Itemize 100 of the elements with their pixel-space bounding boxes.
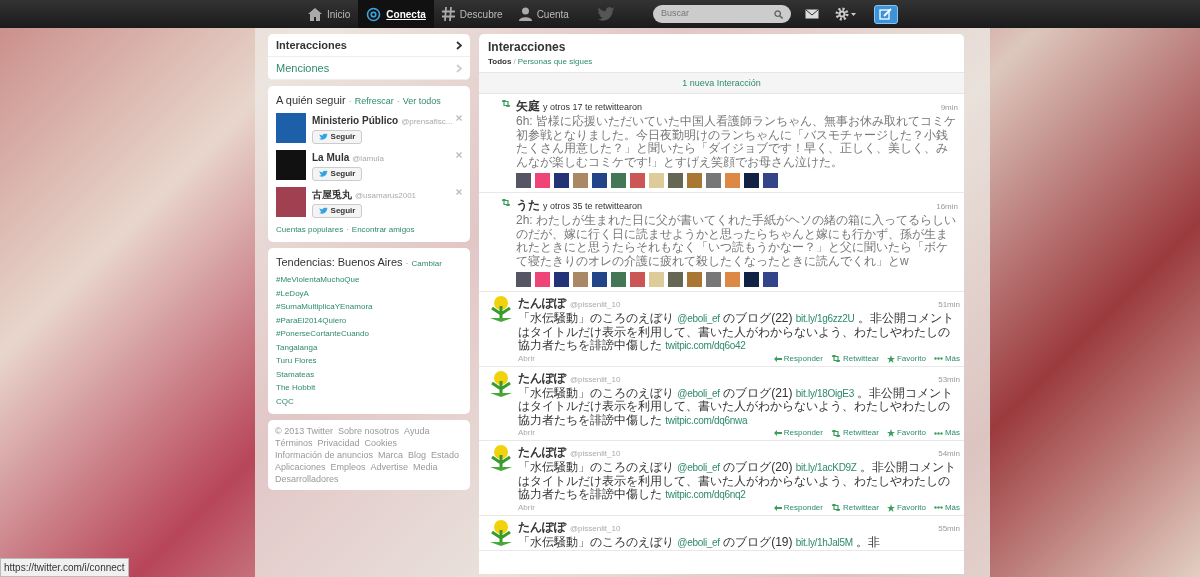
avatar-thumbnail[interactable]: [763, 173, 778, 188]
trend-link[interactable]: Turu Flores: [276, 354, 462, 368]
timestamp[interactable]: 55min: [938, 522, 960, 535]
envelope-icon[interactable]: [804, 9, 819, 19]
avatar-thumbnail[interactable]: [554, 173, 569, 188]
compose-button[interactable]: [873, 4, 898, 24]
avatar-thumbnail[interactable]: [668, 272, 683, 287]
follow-button[interactable]: Seguir: [312, 129, 362, 144]
timestamp[interactable]: 9min: [940, 102, 958, 114]
tweet-action[interactable]: Más: [933, 352, 960, 365]
avatar-thumbnail[interactable]: [592, 272, 607, 287]
timestamp[interactable]: 54min: [938, 448, 960, 460]
link[interactable]: Cuentas populares: [276, 223, 344, 236]
user-name[interactable]: 矢庭: [516, 97, 540, 115]
avatar-thumbnail[interactable]: [611, 173, 626, 188]
account-name[interactable]: 古屋兎丸: [312, 186, 352, 202]
tweet-link[interactable]: bit.ly/1g6zz2U: [795, 313, 855, 324]
follow-button[interactable]: Seguir: [312, 203, 362, 218]
footer-link[interactable]: Información de anuncios: [275, 449, 374, 461]
open-link[interactable]: Abrir: [518, 352, 535, 365]
tweet-link[interactable]: @eboli_ef: [677, 536, 720, 548]
tweet-link[interactable]: twitpic.com/dq6o42: [665, 340, 746, 351]
tweet-link[interactable]: bit.ly/1acKD9Z: [795, 462, 857, 473]
avatar-thumbnail[interactable]: [516, 272, 531, 287]
tweet-action[interactable]: Más: [933, 501, 960, 514]
settings-menu-button[interactable]: [834, 7, 856, 21]
open-link[interactable]: Abrir: [518, 501, 535, 514]
tweet-action[interactable]: Favorito: [886, 501, 926, 514]
avatar-thumbnail[interactable]: [649, 272, 664, 287]
tweet-link[interactable]: bit.ly/1hJal5M: [795, 536, 853, 548]
account-name[interactable]: Ministerio Público: [312, 112, 399, 128]
link[interactable]: Ver todos: [402, 95, 441, 109]
timestamp[interactable]: 16min: [936, 201, 958, 213]
user-name[interactable]: たんぽぽ: [518, 517, 566, 536]
user-handle[interactable]: @pissenlit_10: [570, 299, 621, 311]
tweet-link[interactable]: @eboli_ef: [677, 462, 720, 473]
footer-link[interactable]: Estado: [431, 449, 460, 461]
user-handle[interactable]: @pissenlit_10: [570, 373, 621, 386]
nav-tab[interactable]: Cuenta: [510, 0, 577, 28]
user-handle[interactable]: @pissenlit_10: [570, 522, 621, 535]
tweet-link[interactable]: bit.ly/18OigE3: [795, 387, 854, 399]
trend-link[interactable]: #ParaEl2014Quiero: [276, 313, 462, 327]
avatar-thumbnail[interactable]: [763, 272, 778, 287]
trend-link[interactable]: The Hobbit: [276, 381, 462, 395]
footer-link[interactable]: Advertise: [370, 461, 409, 473]
avatar-thumbnail[interactable]: [611, 272, 626, 287]
tweet-link[interactable]: @eboli_ef: [677, 313, 720, 324]
avatar-thumbnail[interactable]: [687, 272, 702, 287]
open-link[interactable]: Abrir: [518, 427, 535, 439]
footer-link[interactable]: © 2013 Twitter: [275, 425, 333, 437]
link[interactable]: Encontrar amigos: [351, 223, 415, 236]
avatar-thumbnail[interactable]: [630, 272, 645, 287]
avatar-thumbnail[interactable]: [535, 173, 550, 188]
avatar-thumbnail[interactable]: [687, 173, 702, 188]
close-icon[interactable]: [456, 151, 462, 158]
tweet-action[interactable]: Responder: [773, 352, 823, 365]
avatar-thumbnail[interactable]: [630, 173, 645, 188]
tweet-action[interactable]: Responder: [773, 501, 823, 514]
avatar-thumbnail[interactable]: [554, 272, 569, 287]
close-icon[interactable]: [456, 114, 462, 121]
side-nav-item[interactable]: Interacciones: [268, 34, 470, 57]
tweet-action[interactable]: Más: [933, 427, 960, 439]
search-field[interactable]: Buscar: [652, 5, 791, 23]
user-name[interactable]: うた: [516, 196, 540, 214]
trend-link[interactable]: #SumaMultiplicaYEnamora: [276, 300, 462, 314]
tweet-link[interactable]: @eboli_ef: [677, 387, 720, 399]
account-name[interactable]: La Mula: [312, 149, 350, 165]
tweet-action[interactable]: Retwittear: [830, 501, 879, 514]
tweet-link[interactable]: twitpic.com/dq6nq2: [665, 489, 746, 500]
footer-link[interactable]: Marca: [378, 449, 404, 461]
avatar-thumbnail[interactable]: [535, 272, 550, 287]
footer-link[interactable]: Cookies: [364, 437, 398, 449]
footer-link[interactable]: Media: [413, 461, 438, 473]
tweet-action[interactable]: Favorito: [886, 352, 926, 365]
user-handle[interactable]: @pissenlit_10: [570, 448, 621, 460]
nav-tab[interactable]: Descubre: [433, 0, 511, 28]
user-name[interactable]: たんぽぽ: [518, 368, 566, 387]
avatar-thumbnail[interactable]: [649, 173, 664, 188]
footer-link[interactable]: Blog: [408, 449, 427, 461]
link[interactable]: Refrescar: [354, 95, 394, 109]
filter-link[interactable]: Todos: [488, 56, 512, 68]
filter-link[interactable]: Personas que sigues: [517, 56, 593, 68]
user-name[interactable]: たんぽぽ: [518, 294, 566, 312]
close-icon[interactable]: [456, 188, 462, 195]
link[interactable]: Cambiar: [411, 257, 442, 270]
trend-link[interactable]: #LeDoyA: [276, 286, 462, 300]
tweet-action[interactable]: Retwittear: [830, 352, 879, 365]
user-name[interactable]: たんぽぽ: [518, 443, 566, 461]
avatar-thumbnail[interactable]: [725, 173, 740, 188]
nav-tab[interactable]: Inicio: [300, 0, 359, 28]
avatar-thumbnail[interactable]: [744, 272, 759, 287]
trend-link[interactable]: Tangalanga: [276, 340, 462, 354]
nav-tab[interactable]: Conecta: [358, 0, 434, 28]
tweet-action[interactable]: Favorito: [886, 427, 926, 439]
trend-link[interactable]: Stamateas: [276, 367, 462, 381]
footer-link[interactable]: Aplicaciones: [275, 461, 326, 473]
timestamp[interactable]: 51min: [938, 299, 960, 311]
follow-button[interactable]: Seguir: [312, 166, 362, 181]
avatar-thumbnail[interactable]: [706, 272, 721, 287]
timestamp[interactable]: 53min: [938, 373, 960, 386]
